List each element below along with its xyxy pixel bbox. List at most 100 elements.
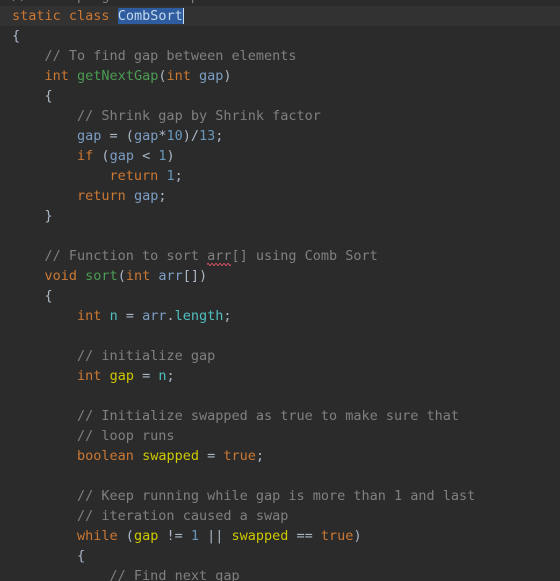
type-token: boolean [77,448,134,464]
code-line[interactable]: // loop runs [0,426,560,446]
variable-token: n [109,308,118,324]
local-variable-token: gap [133,528,159,544]
local-variable-token: swapped [231,528,289,544]
punct: ; [174,168,183,184]
parameter-token: arr [142,308,167,324]
parameter-token: arr [158,268,183,284]
local-variable-token: gap [109,368,134,384]
code-line[interactable]: // Keep running while gap is more than 1… [0,486,560,506]
parameter-token: gap [109,148,134,164]
punct: ) [166,148,175,164]
comment-token: // initialize gap [77,348,216,364]
code-editor[interactable]: // Java program for Implementation of Co… [0,0,560,581]
code-line-blank[interactable] [0,386,560,406]
code-line[interactable]: return 1; [0,166,560,186]
parameter-token: gap [199,68,224,84]
spellcheck-word: arr [207,248,232,266]
keyword-token: true [320,528,354,544]
keyword-token: true [223,448,256,464]
code-surface[interactable]: // Java program for Implementation of Co… [0,0,560,581]
type-token: int [77,368,102,384]
type-token: int [166,68,191,84]
code-line[interactable]: int gap = n; [0,366,560,386]
operator: = [117,308,143,324]
code-line[interactable]: } [0,206,560,226]
code-line[interactable]: // Find next gap [0,566,560,581]
punct: ( [93,148,110,164]
brace-token: } [44,208,53,224]
type-token: int [125,268,151,284]
code-line[interactable]: gap = (gap*10)/13; [0,126,560,146]
code-line[interactable]: int n = arr.length; [0,306,560,326]
operator: != [158,528,191,544]
code-line[interactable]: int getNextGap(int gap) [0,66,560,86]
brace-token: { [44,288,53,304]
keyword-token: while [77,528,118,544]
method-token: sort [85,268,118,284]
code-line[interactable]: while (gap != 1 || swapped == true) [0,526,560,546]
comment-token: // Function to sort [44,248,208,264]
code-line-blank[interactable] [0,466,560,486]
comment-token: // Shrink gap by Shrink factor [77,108,321,124]
punct: ; [166,368,175,384]
code-line-current[interactable]: static class CombSort [0,6,560,26]
type-token: int [44,68,69,84]
punct: []) [182,268,208,284]
type-token: int [77,308,102,324]
comment-token: // Find next gap [109,568,240,581]
code-line[interactable]: // Function to sort arr[] using Comb Sor… [0,246,560,266]
brace-token: { [44,88,53,104]
parameter-token: gap [133,188,159,204]
punct: ) [223,68,232,84]
operator: == [288,528,321,544]
comment-token: // iteration caused a swap [77,508,289,524]
operator: = [198,448,224,464]
punct: ; [158,188,167,204]
code-line[interactable]: // Initialize swapped as true to make su… [0,406,560,426]
code-line[interactable]: // Shrink gap by Shrink factor [0,106,560,126]
punct: ( [117,528,134,544]
keyword-token: class [68,8,110,24]
code-line[interactable]: if (gap < 1) [0,146,560,166]
selected-identifier[interactable]: CombSort [117,8,183,24]
code-line[interactable]: // initialize gap [0,346,560,366]
keyword-token: return [77,188,126,204]
parameter-token: gap [133,128,159,144]
keyword-token: static [12,8,61,24]
keyword-token: void [44,268,78,284]
code-line[interactable]: // iteration caused a swap [0,506,560,526]
code-line[interactable]: { [0,26,560,46]
number-token: 1 [166,168,175,184]
punct: ; [255,448,265,464]
comment-token: // Java program for Implementation of Co… [12,0,394,4]
code-line[interactable]: return gap; [0,186,560,206]
code-line[interactable]: { [0,86,560,106]
operator: < [133,148,159,164]
operator: )/ [182,128,199,144]
comment-token: // loop runs [77,428,175,444]
punct: ( [117,268,126,284]
code-line[interactable]: boolean swapped = true; [0,446,560,466]
operator: = [133,368,159,384]
brace-token: { [77,548,86,564]
number-token: 13 [199,128,216,144]
comment-token: // To find gap between elements [44,48,297,64]
comment-token: // Keep running while gap is more than 1… [77,488,476,504]
code-line-blank[interactable] [0,326,560,346]
keyword-token: if [77,148,94,164]
comment-token: // Initialize swapped as true to make su… [77,408,460,424]
operator: || [198,528,232,544]
code-line[interactable]: { [0,286,560,306]
code-line[interactable]: // To find gap between elements [0,46,560,66]
code-line[interactable]: void sort(int arr[]) [0,266,560,286]
comment-token: [] using Comb Sort [231,248,378,264]
punct: ; [223,308,232,324]
punct: ) [353,528,362,544]
code-line-blank[interactable] [0,226,560,246]
number-token: 10 [166,128,183,144]
keyword-token: return [109,168,159,184]
punct: ; [215,128,224,144]
local-variable-token: swapped [142,448,199,464]
method-token: getNextGap [77,68,159,84]
code-line[interactable]: { [0,546,560,566]
